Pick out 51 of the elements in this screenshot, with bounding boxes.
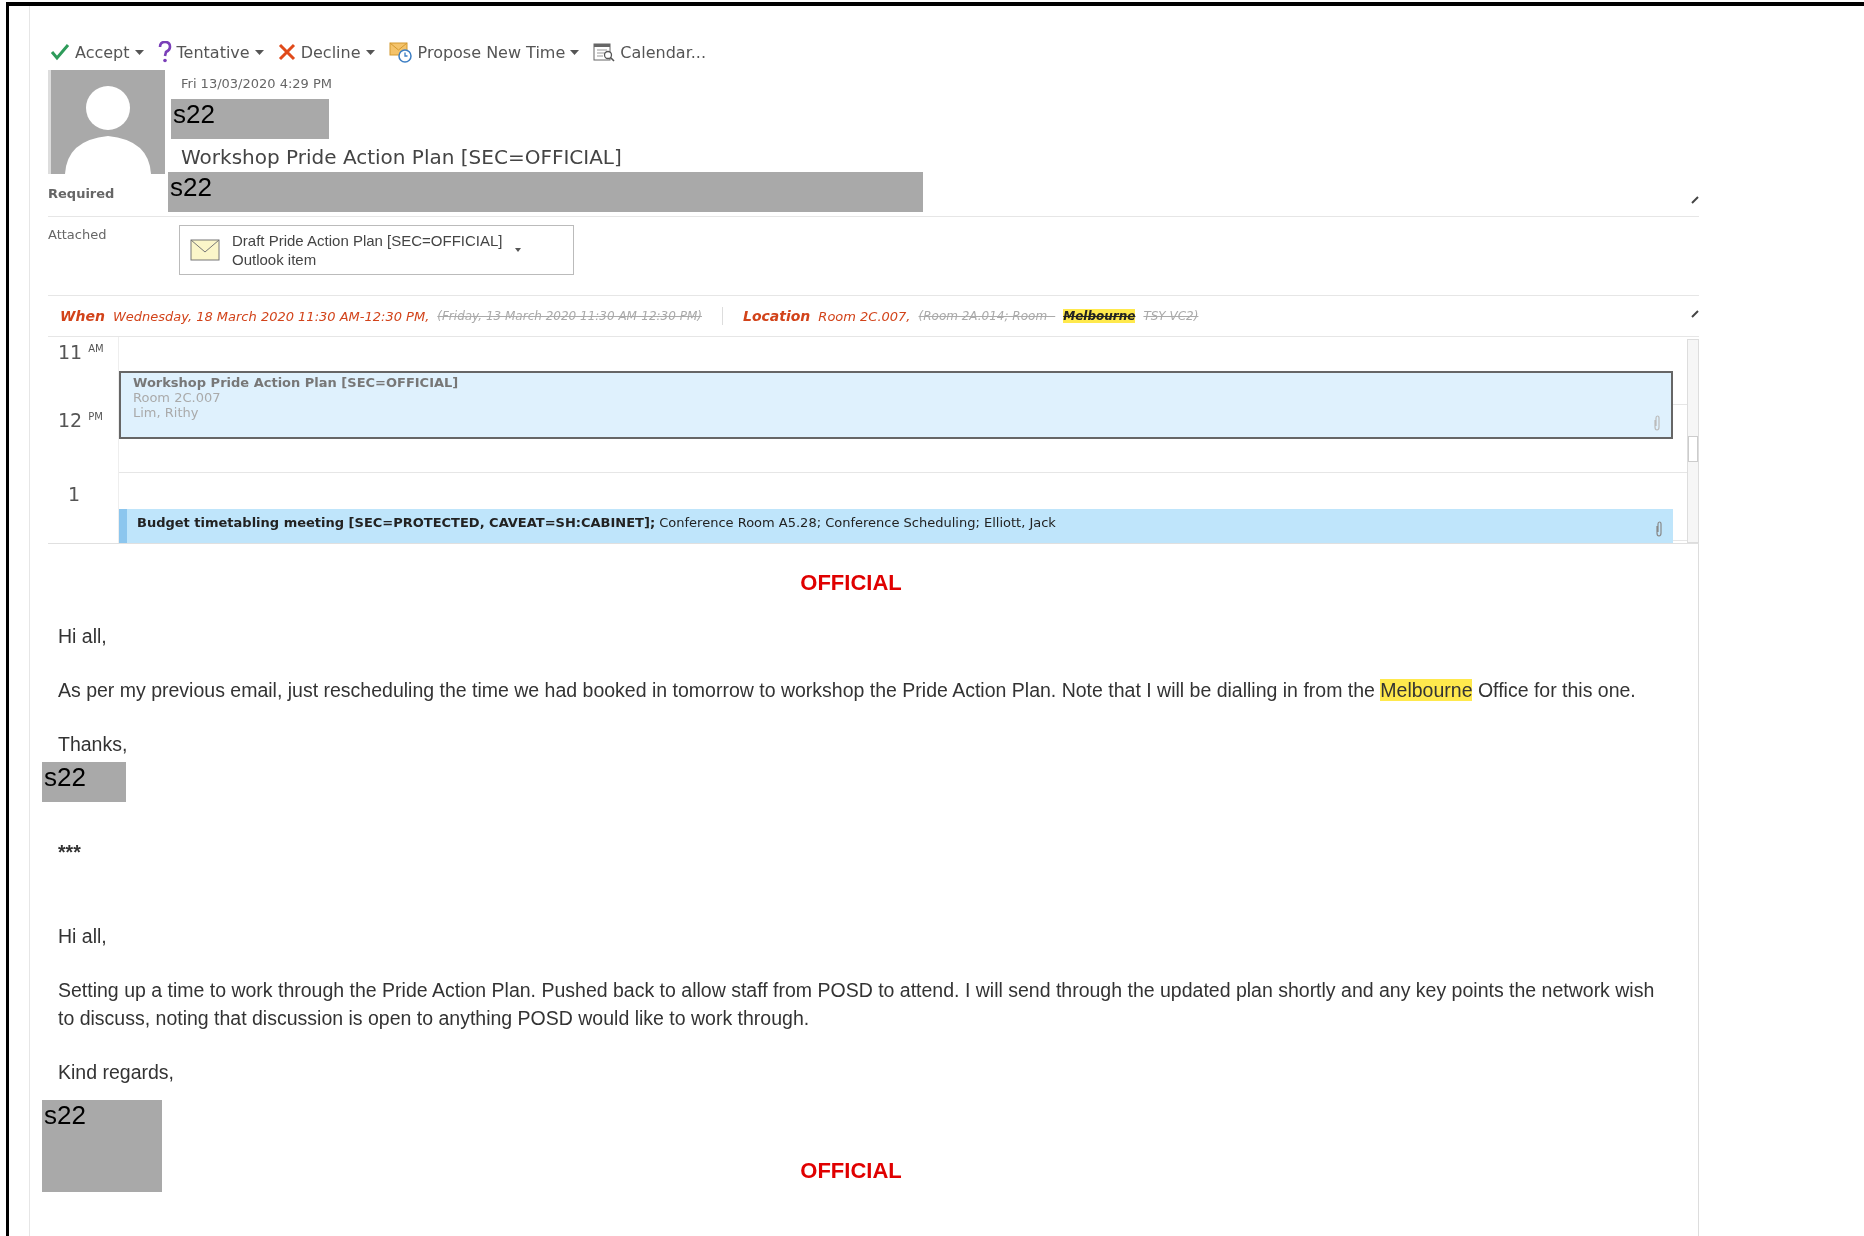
hour-label: 1	[68, 483, 81, 505]
calendar-event[interactable]: Budget timetabling meeting [SEC=PROTECTED, CAVEAT=SH:CABINET]; Conference Room A5.28; Conference Scheduling; Elliott, Jack	[119, 509, 1673, 543]
redaction-block: s22	[171, 99, 329, 139]
location-label: Location	[742, 308, 811, 324]
body-paragraph: Kind regards,	[58, 1060, 175, 1085]
scrollbar[interactable]	[1687, 339, 1699, 543]
classification-marking: OFFICIAL	[800, 1158, 902, 1184]
attachment-type: Outlook item	[232, 251, 318, 268]
separator-text: ***	[58, 840, 82, 865]
question-mark-icon	[157, 41, 172, 63]
envelope-clock-icon	[388, 41, 413, 63]
event-detail: Room 2C.007	[133, 390, 222, 405]
redaction-block: s22	[42, 1100, 162, 1192]
body-paragraph: As per my previous email, just rescheduling the time we had booked in tomorrow to workshop the Pride Action Plan. Note that I will be dialling in from the Melbourne Office for this one.	[58, 678, 1637, 703]
previous-location: TSY VC2)	[1143, 309, 1199, 323]
hour-label: 11 $^{AM}$	[58, 341, 104, 363]
body-paragraph: Thanks,	[58, 732, 129, 757]
message-subject: Workshop Pride Action Plan [SEC=OFFICIAL]	[181, 145, 622, 169]
attachment-item[interactable]: Draft Pride Action Plan [SEC=OFFICIAL] Outlook item	[179, 225, 574, 275]
toolbar-button[interactable]: Decline	[275, 42, 377, 62]
sent-date: Fri 13/03/2020 4:29 PM	[181, 76, 334, 91]
caret-icon	[514, 248, 521, 252]
redaction-block: s22	[168, 172, 923, 212]
previous-location: Melbourne	[1063, 309, 1136, 323]
toolbar-button[interactable]: Tentative	[155, 41, 266, 63]
toolbar-button[interactable]: Propose New Time	[386, 41, 582, 63]
checkmark-icon	[50, 43, 70, 61]
when-value: Wednesday, 18 March 2020 11:30 AM-12:30 PM,	[112, 308, 430, 324]
attachment-title: Draft Pride Action Plan [SEC=OFFICIAL]	[232, 232, 503, 249]
event-detail: Lim, Rithy	[133, 405, 200, 420]
when-label: When	[60, 308, 105, 324]
x-icon	[277, 43, 296, 61]
calendar-icon	[593, 42, 616, 62]
body-paragraph: Hi all,	[58, 924, 108, 949]
required-label: Required	[48, 185, 116, 201]
toolbar-button[interactable]: Accept	[48, 42, 146, 62]
classification-marking: OFFICIAL	[800, 570, 902, 596]
redaction-block: s22	[42, 762, 126, 802]
hour-label: 12 $^{PM}$	[58, 409, 103, 431]
attached-label: Attached	[48, 226, 108, 242]
location-value: Room 2C.007,	[818, 308, 911, 324]
previous-location: (Room 2A.014; Room -	[918, 309, 1056, 323]
toolbar-button[interactable]: Calendar...	[591, 42, 708, 62]
envelope-icon	[190, 239, 220, 261]
edit-icon[interactable]	[1691, 310, 1699, 318]
event-title: Workshop Pride Action Plan [SEC=OFFICIAL]	[133, 375, 460, 390]
previous-time: (Friday, 13 March 2020 11:30 AM-12:30 PM)	[437, 309, 702, 323]
edit-icon[interactable]	[1691, 196, 1699, 204]
calendar-event[interactable]: Workshop Pride Action Plan [SEC=OFFICIAL] Room 2C.007 Lim, Rithy	[119, 371, 1673, 439]
body-paragraph: Setting up a time to work through the Pride Action Plan. Pushed back to allow staff from POSD to attend. I will send through the updated plan shortly and any key points the network wish to discuss, noting that discussion is open to anything POSD would like to work through.	[58, 978, 1656, 1031]
body-paragraph: Hi all,	[58, 624, 108, 649]
